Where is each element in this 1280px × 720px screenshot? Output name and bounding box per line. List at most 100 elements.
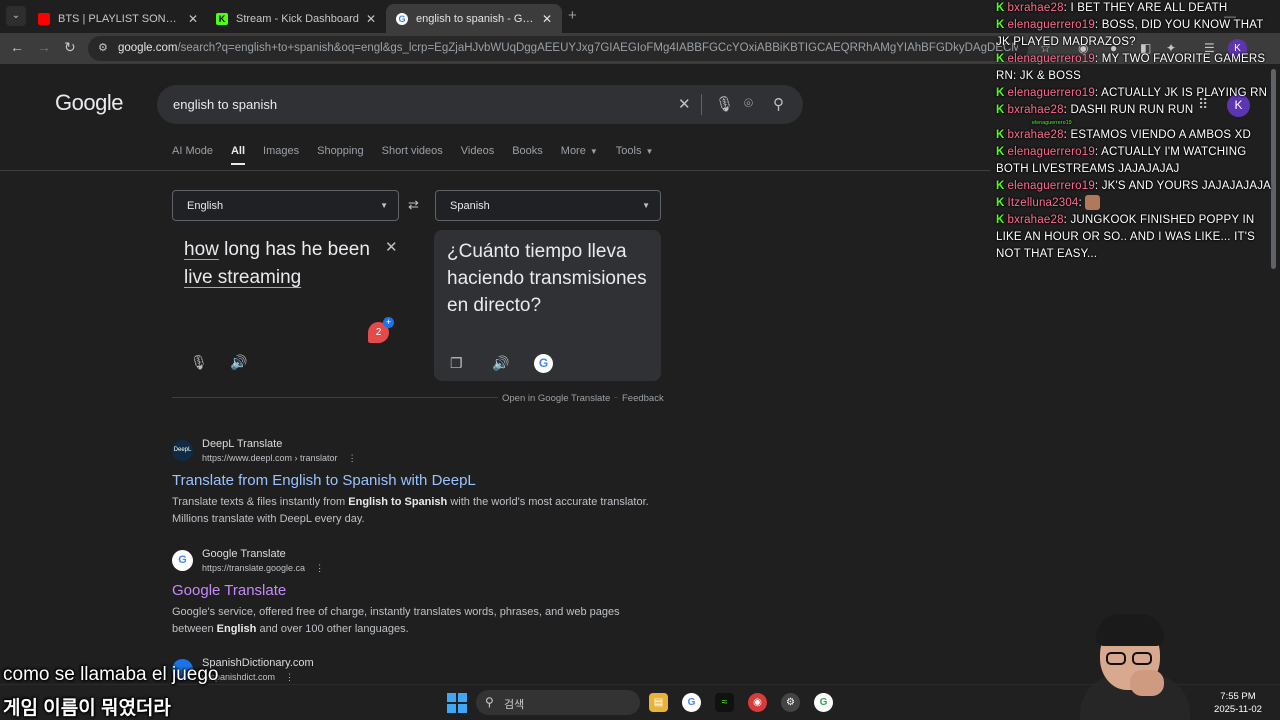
back-icon[interactable]: ← [10, 39, 24, 55]
close-tab-icon[interactable]: ✕ [188, 12, 198, 26]
chat-message: Kelenaguerrero19: ACTUALLY I'M WATCHING … [996, 146, 1247, 175]
plus-icon: + [383, 317, 394, 328]
target-language-select[interactable]: Spanish ▼ [435, 190, 661, 221]
tab-videos[interactable]: Videos [461, 145, 494, 165]
result-site-name[interactable]: Google Translate [202, 548, 286, 560]
address-bar[interactable]: ⚙ google.com/search?q=english+to+spanish… [88, 36, 1028, 61]
chat-message: Kelenaguerrero19: ACTUALLY JK IS PLAYING… [996, 87, 1268, 99]
result-site-name[interactable]: DeepL Translate [202, 438, 282, 450]
kick-icon: K [996, 180, 1005, 192]
open-in-google-translate-link[interactable]: Open in Google Translate [498, 393, 615, 404]
tab-shopping[interactable]: Shopping [317, 145, 364, 165]
url-path: /search?q=english+to+spanish&oq=engl&gs_… [177, 42, 1018, 54]
file-explorer-icon[interactable]: ▤ [649, 693, 668, 712]
dropdown-arrow-icon: ▼ [642, 201, 650, 210]
chrome-second-icon[interactable]: G [814, 693, 833, 712]
kick-icon: K [996, 197, 1005, 209]
result-url[interactable]: https://translate.google.ca [202, 563, 305, 573]
dropdown-arrow-icon: ▼ [380, 201, 388, 210]
deepl-favicon-icon: DeepL [172, 440, 193, 461]
search-input[interactable]: english to spanish [173, 97, 277, 112]
tab-ai-mode[interactable]: AI Mode [172, 145, 213, 165]
kick-icon: K [216, 12, 228, 25]
source-text-input[interactable]: how long has he been live streaming [184, 236, 384, 292]
tab-kick-dashboard[interactable]: K Stream - Kick Dashboard ✕ [206, 4, 386, 33]
webcam-glasses-left [1106, 652, 1126, 665]
google-logo[interactable]: Google [55, 90, 123, 116]
chat-message: Kelenaguerrero19: MY TWO FAVORITE GAMERS… [996, 53, 1266, 82]
result-url[interactable]: https://www.deepl.com › translator [202, 453, 338, 463]
taskbar-clock[interactable]: 7:55 PM 2025-11-02 [1212, 690, 1264, 716]
target-listen-icon[interactable]: 🔊 [492, 355, 509, 372]
kick-icon: K [996, 104, 1005, 116]
search-icon: ⚲ [485, 695, 494, 709]
webcam-glasses-right [1132, 652, 1152, 665]
tab-search-chevron-icon[interactable]: ⌄ [6, 6, 26, 26]
translation-output: ¿Cuánto tiempo lleva haciendo transmisio… [434, 230, 661, 381]
feedback-link[interactable]: Feedback [618, 393, 668, 404]
site-info-icon[interactable]: ⚙ [98, 41, 108, 54]
result-site-name[interactable]: SpanishDictionary.com [202, 657, 314, 669]
clear-source-icon[interactable]: ✕ [385, 238, 398, 256]
kick-icon: K [996, 214, 1005, 226]
new-tab-icon[interactable]: + [568, 7, 577, 24]
result-snippet: Google's service, offered free of charge… [172, 606, 620, 635]
clear-search-icon[interactable]: ✕ [678, 95, 691, 113]
search-nav-tabs: AI Mode All Images Shopping Short videos… [172, 145, 653, 165]
windows-start-icon[interactable] [447, 693, 467, 713]
tab-google-search[interactable]: G english to spanish - Google S ✕ [386, 4, 562, 33]
translated-text: ¿Cuánto tiempo lleva haciendo transmisio… [447, 241, 647, 316]
kick-icon: K [996, 53, 1005, 65]
tab-images[interactable]: Images [263, 145, 299, 165]
result-title-link[interactable]: Translate from English to Spanish with D… [172, 472, 476, 489]
grammarly-badge-icon[interactable]: 2 + [368, 317, 394, 343]
more-options-icon[interactable]: ⋮ [285, 672, 294, 682]
search-icon[interactable]: ⚲ [773, 95, 784, 113]
caret-down-icon: ▼ [589, 147, 598, 156]
microphone-icon[interactable]: 🎙 [715, 95, 734, 113]
kick-icon: K [996, 2, 1005, 14]
clock-time: 7:55 PM [1220, 691, 1256, 702]
forward-icon[interactable]: → [37, 39, 51, 55]
more-options-icon[interactable]: ⋮ [315, 563, 324, 573]
tab-more[interactable]: More ▼ [561, 145, 598, 165]
chat-small-tag: elenaguerrero19 [1032, 120, 1072, 126]
tab-books[interactable]: Books [512, 145, 543, 165]
chat-message: Kbxrahae28: ESTAMOS VIENDO A AMBOS XD [996, 129, 1251, 141]
header-divider [0, 170, 990, 171]
chat-message: Kbxrahae28: DASHI RUN RUN RUN elenaguerre… [996, 102, 1276, 127]
close-tab-icon[interactable]: ✕ [542, 12, 552, 26]
lens-icon[interactable]: ⌾ [744, 95, 753, 112]
stream-app-icon[interactable]: ≈ [715, 693, 734, 712]
search-result-google-translate: G Google Translate https://translate.goo… [172, 548, 672, 638]
reload-icon[interactable]: ↻ [64, 39, 76, 56]
tab-short-videos[interactable]: Short videos [382, 145, 443, 165]
tab-bts-playlist[interactable]: BTS | PLAYLIST SONG 2024 - Y ✕ [28, 4, 208, 33]
source-listen-icon[interactable]: 🔊 [230, 354, 247, 371]
more-options-icon[interactable]: ⋮ [348, 453, 357, 463]
search-result-spanishdict: SpanishDictionary.com w.spanishdict.com ⋮ [172, 657, 672, 687]
chat-message: Kbxrahae28: JUNGKOOK FINISHED POPPY IN L… [996, 214, 1255, 260]
chat-message: Kbxrahae28: I BET THEY ARE ALL DEATH [996, 2, 1228, 14]
search-result-deepl: DeepL DeepL Translate https://www.deepl.… [172, 438, 672, 528]
app-red-icon[interactable]: ◉ [748, 693, 767, 712]
search-box[interactable]: english to spanish ✕ 🎙 ⌾ ⚲ [157, 85, 803, 124]
result-title-link[interactable]: Google Translate [172, 582, 286, 599]
close-tab-icon[interactable]: ✕ [366, 12, 376, 26]
kick-icon: K [996, 19, 1005, 31]
kick-icon: K [996, 129, 1005, 141]
app-gear-icon[interactable]: ⚙ [781, 693, 800, 712]
source-microphone-icon[interactable]: 🎙 [190, 354, 208, 371]
webcam-person-hand [1130, 670, 1164, 696]
taskbar-search[interactable]: ⚲ 검색 [476, 690, 640, 715]
caret-down-icon: ▼ [645, 147, 654, 156]
chrome-icon[interactable]: G [682, 693, 701, 712]
kick-icon: K [996, 87, 1005, 99]
tab-all[interactable]: All [230, 145, 246, 165]
swap-languages-icon[interactable]: ⇄ [408, 197, 419, 213]
source-language-select[interactable]: English ▼ [172, 190, 399, 221]
google-translate-g-icon[interactable]: G [534, 354, 553, 373]
tab-tools[interactable]: Tools ▼ [616, 145, 654, 165]
copy-icon[interactable]: ❐ [450, 355, 463, 372]
result-snippet: Translate texts & files instantly from E… [172, 496, 649, 525]
